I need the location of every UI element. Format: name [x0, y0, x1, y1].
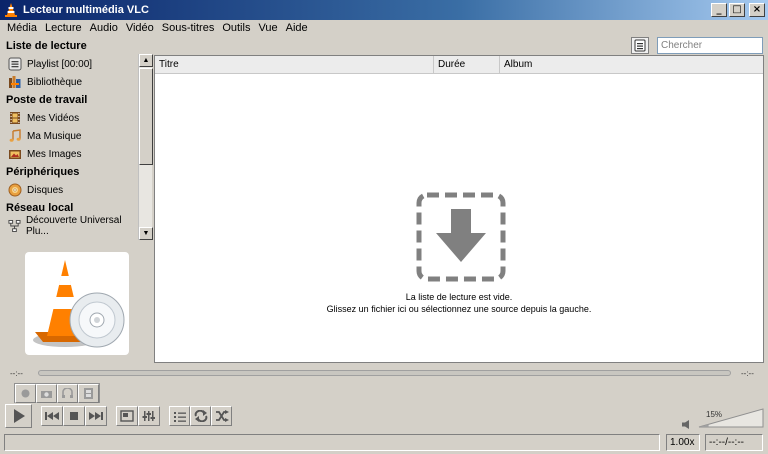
toggle-playlist-button[interactable] — [169, 406, 190, 426]
empty-message-line2: Glissez un fichier ici ou sélectionnez u… — [326, 304, 592, 314]
elapsed-time: --:-- — [10, 369, 23, 378]
empty-message-line1: La liste de lecture est vide. — [405, 292, 513, 302]
menu-outils[interactable]: Outils — [218, 22, 254, 34]
loop-ab-button[interactable] — [57, 384, 78, 403]
sidebar-item-label: Mes Images — [27, 148, 82, 160]
minimize-button[interactable]: _ — [711, 3, 727, 17]
camera-icon — [41, 391, 52, 398]
list-view-icon — [634, 39, 646, 52]
record-icon — [21, 389, 30, 398]
album-art — [25, 252, 129, 355]
vlc-cone-disc-icon — [33, 260, 125, 348]
fullscreen-icon — [120, 410, 134, 422]
maximize-button[interactable]: □ — [729, 3, 745, 17]
menu-media[interactable]: Média — [3, 22, 41, 34]
sidebar-list: Liste de lecture Playlist [00:00] Biblio… — [2, 37, 138, 240]
drop-arrow-icon — [416, 192, 506, 282]
status-message — [4, 434, 660, 451]
music-note-icon — [9, 129, 21, 142]
playlist-view[interactable]: Titre Durée Album La liste de lecture es… — [154, 55, 764, 363]
loop-ab-icon — [62, 388, 73, 398]
sidebar-heading-devices: Périphériques — [6, 166, 80, 178]
menu-vue[interactable]: Vue — [254, 22, 281, 34]
sidebar-item-music[interactable]: Ma Musique — [2, 127, 138, 145]
next-button[interactable] — [85, 406, 107, 426]
extended-settings-button[interactable] — [138, 406, 160, 426]
playlist-header: Titre Durée Album — [155, 56, 763, 74]
scroll-thumb[interactable] — [139, 68, 153, 165]
sidebar-item-label: Disques — [27, 184, 64, 196]
loop-icon — [194, 410, 207, 422]
record-button[interactable] — [15, 384, 36, 403]
sidebar-item-videos[interactable]: Mes Vidéos — [2, 109, 138, 127]
equalizer-icon — [142, 411, 155, 421]
fullscreen-button[interactable] — [116, 406, 138, 426]
sidebar-item-library[interactable]: Bibliothèque — [2, 73, 138, 91]
stop-icon — [70, 412, 78, 420]
previous-icon — [45, 412, 59, 420]
image-icon — [9, 150, 21, 159]
next-icon — [89, 412, 103, 420]
scroll-up-icon[interactable]: ▲ — [139, 54, 153, 67]
status-time[interactable]: --:--/--:-- — [705, 434, 763, 451]
play-button[interactable] — [5, 404, 32, 428]
network-icon — [8, 219, 21, 233]
menu-audio[interactable]: Audio — [86, 22, 122, 34]
menu-aide[interactable]: Aide — [282, 22, 312, 34]
close-button[interactable]: × — [749, 3, 765, 17]
loop-button[interactable] — [190, 406, 211, 426]
stop-button[interactable] — [63, 406, 85, 426]
speaker-icon[interactable] — [681, 419, 693, 430]
remaining-time: --:-- — [741, 369, 754, 378]
playlist-toggle-icon — [173, 411, 186, 422]
title-bar[interactable]: Lecteur multimédia VLC _ □ × — [0, 0, 768, 20]
sidebar-item-upnp[interactable]: Découverte Universal Plu... — [2, 215, 138, 237]
snapshot-button[interactable] — [36, 384, 57, 403]
seek-slider[interactable] — [38, 370, 731, 376]
menu-sous-titres[interactable]: Sous-titres — [158, 22, 219, 34]
menu-video[interactable]: Vidéo — [122, 22, 158, 34]
volume-slider[interactable] — [698, 408, 764, 428]
disc-icon — [8, 183, 22, 197]
menu-lecture[interactable]: Lecture — [41, 22, 86, 34]
sidebar-heading-playlist: Liste de lecture — [6, 40, 87, 52]
column-duration[interactable]: Durée — [434, 56, 500, 73]
status-bar: 1.00x --:--/--:-- — [0, 433, 768, 454]
sidebar-item-label: Découverte Universal Plu... — [25, 215, 122, 237]
column-title[interactable]: Titre — [155, 56, 434, 73]
search-input[interactable]: Chercher — [657, 37, 763, 54]
window-title: Lecteur multimédia VLC — [23, 4, 149, 16]
sidebar-item-images[interactable]: Mes Images — [2, 145, 138, 163]
menu-bar: Média Lecture Audio Vidéo Sous-titres Ou… — [0, 20, 768, 36]
playlist-icon — [8, 57, 22, 71]
sidebar-item-label: Ma Musique — [27, 130, 82, 142]
frame-step-button[interactable] — [78, 384, 99, 403]
sidebar-item-label: Bibliothèque — [27, 76, 83, 88]
sidebar-heading-computer: Poste de travail — [6, 94, 88, 106]
playback-speed[interactable]: 1.00x — [666, 434, 700, 451]
film-icon — [10, 112, 20, 124]
scroll-down-icon[interactable]: ▼ — [139, 227, 153, 240]
previous-button[interactable] — [41, 406, 63, 426]
sidebar-item-discs[interactable]: Disques — [2, 181, 138, 199]
sidebar-item-label: Mes Vidéos — [27, 112, 80, 124]
sidebar: Liste de lecture Playlist [00:00] Biblio… — [2, 37, 153, 362]
vlc-cone-icon — [5, 3, 17, 17]
shuffle-button[interactable] — [211, 406, 232, 426]
sidebar-item-playlist[interactable]: Playlist [00:00] — [2, 55, 138, 73]
shuffle-icon — [215, 410, 229, 422]
sidebar-item-label: Playlist [00:00] — [27, 58, 93, 70]
sidebar-scrollbar[interactable]: ▲ ▼ — [138, 54, 153, 240]
playlist-view-button[interactable] — [631, 37, 649, 54]
column-album[interactable]: Album — [500, 56, 763, 73]
play-icon — [13, 409, 25, 423]
frame-step-icon — [84, 388, 93, 399]
library-icon — [9, 76, 21, 88]
